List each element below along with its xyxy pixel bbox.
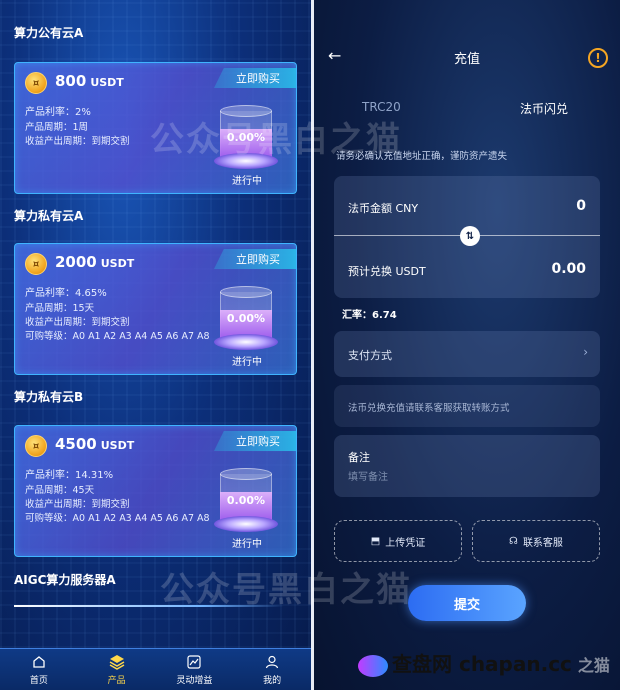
fiat-amount-label: 法币金额 CNY <box>348 202 419 215</box>
product-card-private-b[interactable]: ¤ 4500 USDT 立即购买 产品利率：14.31% 产品周期：45天 收益产… <box>14 425 297 557</box>
chevron-right-icon: › <box>583 345 588 359</box>
tab-trc20[interactable]: TRC20 <box>362 100 401 114</box>
product-list-screen: 算力公有云A ¤ 800 USDT 立即购买 产品利率：2% 产品周期：1周 收益… <box>0 0 311 690</box>
tab-mine[interactable]: 我的 <box>233 649 311 690</box>
status-label: 进行中 <box>232 539 262 550</box>
note-panel: 备注 <box>334 435 600 497</box>
progress-cylinder: 0.00% <box>214 464 278 534</box>
recharge-tabs: TRC20 法币闪兑 <box>334 100 600 122</box>
fiat-info-box: 法币兑换充值请联系客服获取转账方式 <box>334 385 600 427</box>
product-rate: 产品利率：2% <box>25 107 91 118</box>
coin-icon: ¤ <box>25 72 47 94</box>
home-icon <box>31 654 47 670</box>
product-period: 产品周期：1周 <box>25 122 89 133</box>
progress-percent: 0.00% <box>226 131 266 144</box>
status-label: 进行中 <box>232 357 262 368</box>
product-period: 产品周期：45天 <box>25 485 95 496</box>
exchange-amount-panel: 法币金额 CNY 0 ⇅ 预计兑换 USDT 0.00 <box>334 176 600 298</box>
headset-icon: ☊ <box>509 535 518 547</box>
upload-proof-button[interactable]: ⬒ 上传凭证 <box>334 520 462 562</box>
product-amount: 4500 USDT <box>55 435 135 453</box>
payment-method-selector[interactable]: 支付方式 › <box>334 331 600 377</box>
section-divider <box>14 605 284 607</box>
progress-cylinder: 0.00% <box>214 101 278 171</box>
fiat-info-text: 法币兑换充值请联系客服获取转账方式 <box>348 403 510 414</box>
bottom-tab-bar: 首页 产品 灵动增益 我的 <box>0 648 311 690</box>
status-label: 进行中 <box>232 176 262 187</box>
swap-icon[interactable]: ⇅ <box>460 226 480 246</box>
product-card-private-a[interactable]: ¤ 2000 USDT 立即购买 产品利率：4.65% 产品周期：15天 收益产出… <box>14 243 297 375</box>
section-title-aigc-a: AIGC算力服务器A <box>14 573 116 587</box>
payment-method-label: 支付方式 <box>348 349 392 362</box>
tab-fiat-exchange[interactable]: 法币闪兑 <box>520 100 568 117</box>
section-title-public-a: 算力公有云A <box>14 26 84 40</box>
buy-now-button[interactable]: 立即购买 <box>214 68 296 88</box>
progress-percent: 0.00% <box>226 494 266 507</box>
product-yield-period: 收益产出周期：到期交割 <box>25 499 130 510</box>
buy-now-button[interactable]: 立即购买 <box>214 249 296 269</box>
submit-button[interactable]: 提交 <box>408 585 526 621</box>
section-title-private-b: 算力私有云B <box>14 390 84 404</box>
product-yield-period: 收益产出周期：到期交割 <box>25 317 130 328</box>
buy-now-button[interactable]: 立即购买 <box>214 431 296 451</box>
progress-cylinder: 0.00% <box>214 282 278 352</box>
product-rate: 产品利率：14.31% <box>25 470 114 481</box>
tab-products[interactable]: 产品 <box>78 649 156 690</box>
product-levels: 可购等级：A0 A1 A2 A3 A4 A5 A6 A7 A8 <box>25 513 210 524</box>
note-input[interactable] <box>348 469 578 485</box>
fiat-amount-input[interactable]: 0 <box>576 198 586 214</box>
usdt-estimate-value: 0.00 <box>551 261 586 277</box>
chart-icon <box>186 654 202 670</box>
upload-icon: ⬒ <box>370 535 381 547</box>
usdt-estimate-label: 预计兑换 USDT <box>348 265 426 278</box>
product-amount: 2000 USDT <box>55 253 135 271</box>
recharge-screen: ← 充值 ! TRC20 法币闪兑 请务必确认充值地址正确，谨防资产遗失 法币金… <box>314 0 620 690</box>
coin-icon: ¤ <box>25 253 47 275</box>
warning-icon[interactable]: ! <box>588 48 608 68</box>
exchange-rate: 汇率：6.74 <box>342 310 397 321</box>
product-levels: 可购等级：A0 A1 A2 A3 A4 A5 A6 A7 A8 <box>25 331 210 342</box>
product-period: 产品周期：15天 <box>25 303 95 314</box>
note-label: 备注 <box>348 451 370 464</box>
tab-home[interactable]: 首页 <box>0 649 78 690</box>
section-title-private-a: 算力私有云A <box>14 209 84 223</box>
tab-gain[interactable]: 灵动增益 <box>156 649 234 690</box>
contact-support-button[interactable]: ☊ 联系客服 <box>472 520 600 562</box>
layers-icon <box>109 654 125 670</box>
user-icon <box>264 654 280 670</box>
product-amount: 800 USDT <box>55 72 124 90</box>
address-warning-tip: 请务必确认充值地址正确，谨防资产遗失 <box>336 151 508 162</box>
progress-percent: 0.00% <box>226 312 266 325</box>
product-yield-period: 收益产出周期：到期交割 <box>25 136 130 147</box>
product-rate: 产品利率：4.65% <box>25 288 107 299</box>
product-card-public-a[interactable]: ¤ 800 USDT 立即购买 产品利率：2% 产品周期：1周 收益产出周期：到期… <box>14 62 297 194</box>
page-title: 充值 <box>453 52 480 67</box>
coin-icon: ¤ <box>25 435 47 457</box>
